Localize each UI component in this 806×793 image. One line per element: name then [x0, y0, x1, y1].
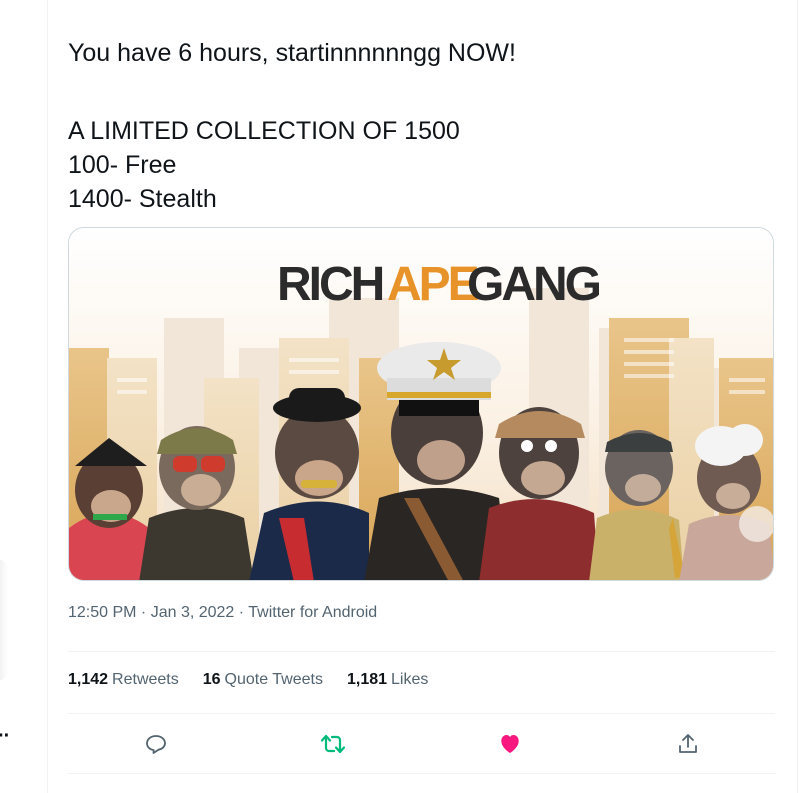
reply-button[interactable]	[136, 722, 176, 766]
quote-tweets-label: Quote Tweets	[224, 671, 323, 688]
quote-tweets-count: 16	[202, 671, 221, 688]
richapegang-logo: RICH APE GANG	[277, 258, 603, 311]
retweets-count: 1,142	[68, 671, 109, 688]
retweet-icon	[320, 734, 346, 754]
tweet-stats: 1,142 Retweets 16 Quote Tweets 1,181 Likes	[68, 671, 452, 689]
share-icon	[679, 734, 697, 753]
like-button[interactable]	[490, 722, 530, 766]
left-rail: ··	[0, 0, 48, 793]
likes-count: 1,181	[346, 671, 388, 688]
likes-stat[interactable]: 1,181 Likes	[347, 671, 428, 689]
tweet-image[interactable]: RICH APE GANG	[68, 227, 774, 581]
retweet-button[interactable]	[313, 722, 353, 766]
left-rail-shadow	[0, 560, 8, 680]
tweet-line: You have 6 hours, startinnnnnngg NOW!	[68, 39, 516, 67]
divider-bottom	[68, 773, 775, 774]
tweet-line: A LIMITED COLLECTION OF 1500	[68, 117, 460, 145]
tweet-timestamp[interactable]: 12:50 PM · Jan 3, 2022 · Twitter for And…	[68, 604, 377, 622]
logo-ape: APE	[387, 258, 479, 311]
retweets-stat[interactable]: 1,142 Retweets	[68, 671, 179, 689]
likes-label: Likes	[391, 671, 429, 688]
more-dots-icon[interactable]: ··	[0, 726, 10, 746]
tweet-actions	[68, 722, 775, 766]
reply-icon	[146, 735, 166, 754]
right-divider	[797, 0, 798, 793]
tweet-line: 100- Free	[68, 151, 177, 179]
divider-middle	[68, 713, 775, 714]
logo-rich: RICH	[277, 258, 383, 311]
tweet-text: You have 6 hours, startinnnnnngg NOW! A …	[68, 36, 768, 216]
share-button[interactable]	[668, 722, 708, 766]
divider-top	[68, 651, 775, 652]
tweet-line: 1400- Stealth	[68, 185, 217, 213]
logo-gang: GANG	[467, 258, 600, 311]
heart-filled-icon	[501, 735, 519, 753]
quote-tweets-stat[interactable]: 16 Quote Tweets	[203, 671, 323, 689]
retweets-label: Retweets	[112, 671, 179, 688]
